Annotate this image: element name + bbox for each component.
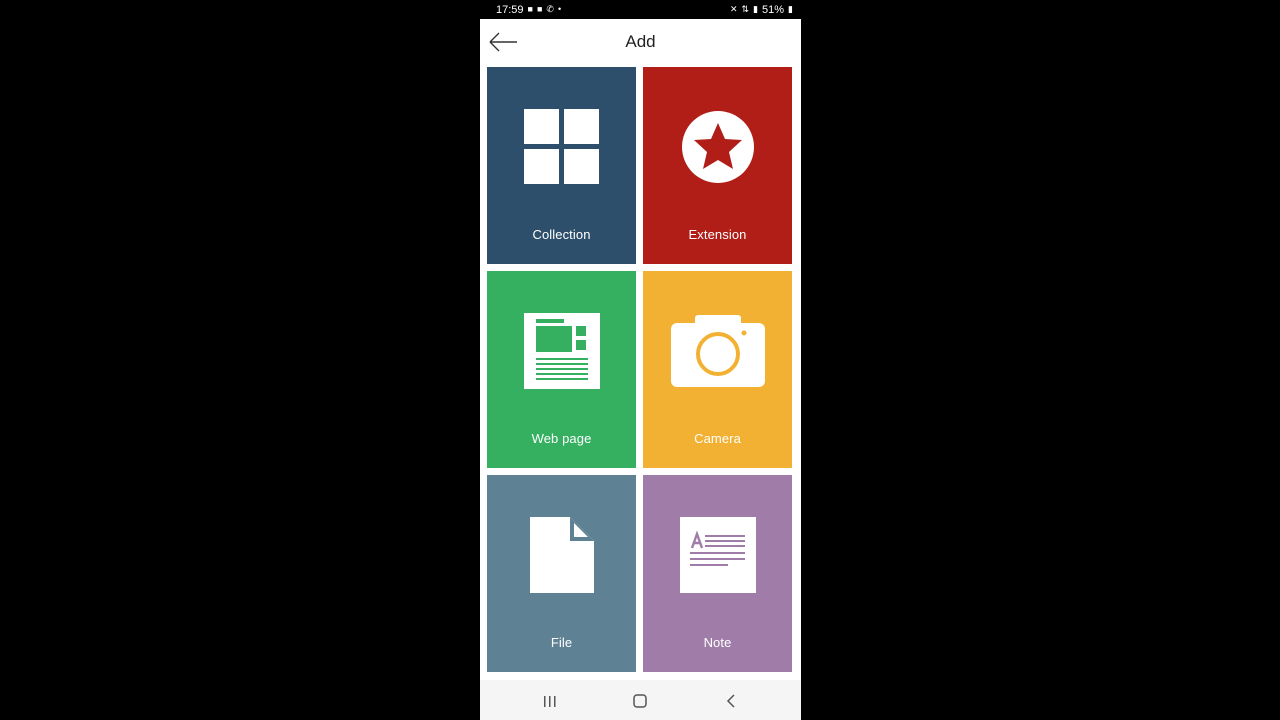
extension-tile[interactable]: Extension — [643, 67, 792, 264]
home-icon — [633, 694, 647, 708]
file-icon — [530, 517, 594, 593]
recents-icon — [544, 696, 556, 707]
file-tile[interactable]: File — [487, 475, 636, 672]
recents-button[interactable] — [535, 690, 565, 712]
signal-icon: ▮ — [753, 4, 759, 14]
video-icon: ■ — [536, 4, 543, 14]
file-label: File — [550, 635, 573, 650]
note-icon — [680, 517, 756, 593]
extension-label: Extension — [688, 227, 747, 242]
call-icon: ✆ — [546, 4, 554, 14]
note-label: Note — [703, 635, 732, 650]
webpage-label: Web page — [531, 431, 592, 446]
battery-percent: 51% — [762, 3, 785, 16]
status-time: 17:59 — [496, 3, 524, 16]
video-icon: ■ — [527, 4, 533, 14]
data-icon: ⇅ — [741, 4, 750, 14]
camera-icon — [671, 315, 765, 387]
phone-screen: 17:59 ■ ■ ✆ • ✕ ⇅ ▮ 51% ▮ Add Collection… — [480, 0, 801, 720]
dot-icon: • — [557, 4, 562, 14]
star-icon — [682, 111, 754, 183]
app-bar: Add — [480, 19, 801, 65]
webpage-icon — [524, 313, 600, 389]
home-button[interactable] — [625, 690, 655, 712]
status-bar: 17:59 ■ ■ ✆ • ✕ ⇅ ▮ 51% ▮ — [480, 0, 801, 19]
back-icon — [726, 694, 735, 708]
mute-icon: ✕ — [729, 4, 738, 14]
battery-icon: ▮ — [788, 4, 793, 14]
camera-tile[interactable]: Camera — [643, 271, 792, 468]
nav-back-button[interactable] — [716, 690, 746, 712]
grid-icon — [524, 109, 599, 184]
camera-label: Camera — [694, 431, 741, 446]
note-tile[interactable]: Note — [643, 475, 792, 672]
webpage-tile[interactable]: Web page — [487, 271, 636, 468]
navigation-bar — [480, 680, 801, 720]
collection-label: Collection — [532, 227, 591, 242]
page-title: Add — [625, 32, 656, 51]
collection-tile[interactable]: Collection — [487, 67, 636, 264]
